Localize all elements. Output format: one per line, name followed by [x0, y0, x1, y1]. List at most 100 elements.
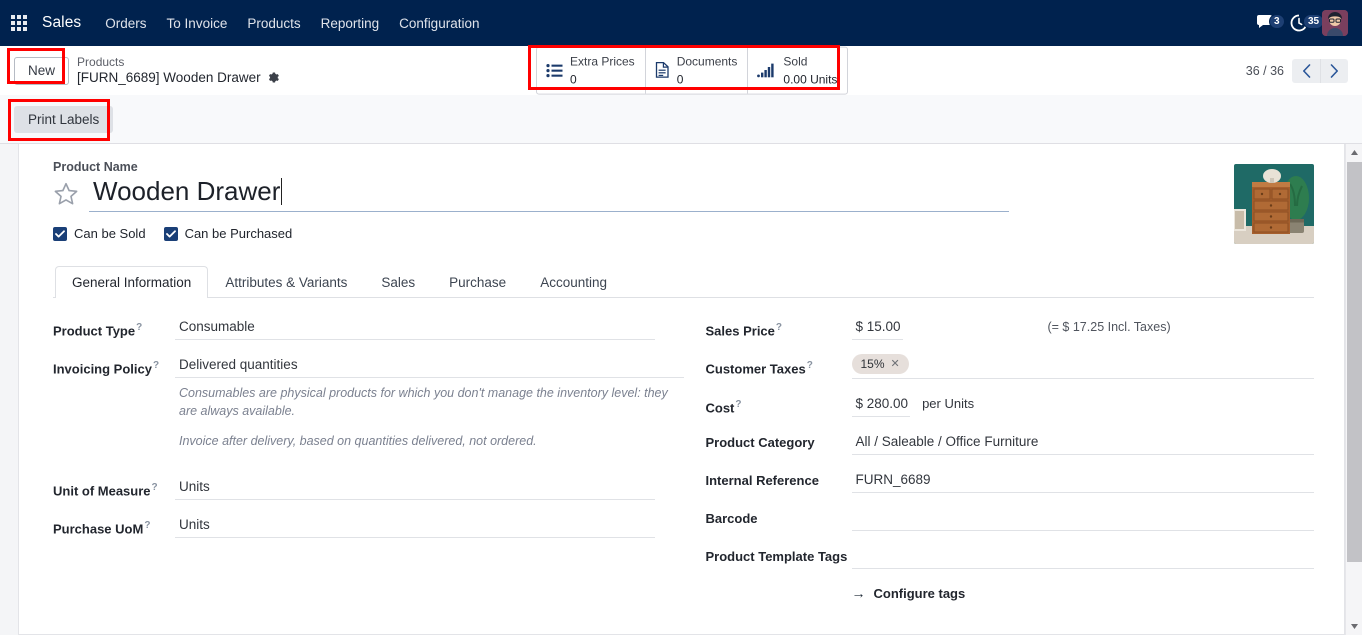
help-tooltip-icon[interactable]: ? [152, 482, 158, 493]
stat-button-sold[interactable]: Sold 0.00 Units [748, 47, 847, 94]
product-type-select[interactable]: Consumable [175, 316, 655, 340]
product-form-sheet: Product Name Wooden Drawer Can be Sold C… [18, 144, 1345, 635]
cost-input[interactable]: $ 280.00 [851, 393, 911, 417]
customer-taxes-field[interactable]: 15% ✕ [851, 354, 1314, 379]
sales-price-incl-taxes-note: (= $ 17.25 Incl. Taxes) [1047, 320, 1171, 334]
chevron-left-icon[interactable] [1292, 59, 1320, 83]
unit-of-measure-label-text: Unit of Measure [53, 483, 151, 499]
stat-value-extra-prices: 0 [570, 72, 577, 87]
help-tooltip-icon[interactable]: ? [153, 360, 159, 371]
nav-menu-products[interactable]: Products [237, 10, 310, 37]
product-name-label: Product Name [53, 160, 138, 174]
control-panel-action-row: Print Labels [0, 95, 1362, 143]
remove-tag-icon[interactable]: ✕ [891, 357, 900, 371]
document-icon [655, 62, 670, 79]
scroll-up-arrow[interactable] [1346, 144, 1362, 161]
field-row-customer-taxes: Customer Taxes? 15% ✕ [706, 354, 1314, 379]
product-name-value: Wooden Drawer [93, 176, 281, 206]
invoicing-policy-select[interactable]: Delivered quantities [175, 354, 684, 378]
product-name-input[interactable]: Wooden Drawer [89, 176, 1009, 212]
form-columns: Product Type? Consumable Invoicing Polic… [53, 298, 1314, 617]
tab-sales[interactable]: Sales [364, 266, 432, 298]
invoicing-policy-label-text: Invoicing Policy [53, 361, 152, 377]
purchase-uom-input[interactable]: Units [175, 514, 655, 538]
activities-button[interactable]: 35 [1290, 14, 1325, 32]
tab-purchase[interactable]: Purchase [432, 266, 523, 298]
nav-menu-orders[interactable]: Orders [95, 10, 156, 37]
nav-menu-reporting[interactable]: Reporting [311, 10, 390, 37]
scroll-down-arrow[interactable] [1346, 618, 1362, 635]
stat-label-sold: Sold [783, 54, 808, 69]
product-category-input[interactable]: All / Saleable / Office Furniture [851, 431, 1314, 455]
purchase-uom-label-text: Purchase UoM [53, 521, 144, 537]
unit-of-measure-input[interactable]: Units [175, 476, 655, 500]
nav-menu-configuration[interactable]: Configuration [389, 10, 489, 37]
new-button[interactable]: New [14, 56, 70, 85]
customer-taxes-label: Customer Taxes? [706, 354, 852, 377]
help-tooltip-icon[interactable]: ? [136, 322, 142, 333]
tab-accounting[interactable]: Accounting [523, 266, 624, 298]
help-tooltip-icon[interactable]: ? [735, 399, 741, 410]
form-column-left: Product Type? Consumable Invoicing Polic… [53, 316, 684, 617]
stat-button-documents[interactable]: Documents 0 [646, 47, 749, 94]
app-brand-sales[interactable]: Sales [42, 14, 81, 32]
tab-attributes-variants[interactable]: Attributes & Variants [208, 266, 364, 298]
product-type-label-text: Product Type [53, 323, 136, 339]
help-tooltip-icon[interactable]: ? [776, 322, 782, 333]
control-panel: New Products [FURN_6689] Wooden Drawer E… [0, 46, 1362, 144]
stat-button-extra-prices[interactable]: Extra Prices 0 [537, 47, 646, 94]
internal-reference-label: Internal Reference [705, 473, 819, 488]
invoicing-policy-hint: Invoice after delivery, based on quantit… [179, 434, 537, 448]
configure-tags-spacer [706, 583, 852, 587]
internal-reference-input[interactable]: FURN_6689 [851, 469, 1314, 493]
star-icon[interactable] [53, 182, 79, 207]
print-labels-button[interactable]: Print Labels [14, 105, 114, 133]
field-row-product-category: Product Category All / Saleable / Office… [706, 431, 1314, 455]
breadcrumb: Products [FURN_6689] Wooden Drawer [77, 55, 280, 86]
form-column-right: Sales Price? $ 15.00 (= $ 17.25 Incl. Ta… [684, 316, 1315, 617]
invoicing-policy-value-wrap: Delivered quantities Consumables are phy… [175, 354, 684, 462]
product-type-value-wrap: Consumable [175, 316, 684, 340]
tax-tag[interactable]: 15% ✕ [851, 354, 909, 374]
internal-reference-value-wrap: FURN_6689 [851, 469, 1314, 493]
field-row-configure-tags: → Configure tags [706, 583, 1315, 603]
scrollbar-thumb[interactable] [1347, 162, 1362, 562]
stat-label-documents: Documents [676, 54, 738, 69]
stat-text-extra-prices: Extra Prices 0 [570, 52, 635, 89]
stat-button-group: Extra Prices 0 Documents 0 Sold 0.00 Uni… [536, 46, 849, 95]
control-panel-top-row: New Products [FURN_6689] Wooden Drawer E… [0, 46, 1362, 95]
sales-price-value-wrap: $ 15.00 (= $ 17.25 Incl. Taxes) [851, 316, 1315, 340]
cost-value-wrap: $ 280.00 per Units [851, 393, 1315, 417]
apps-grid-icon[interactable] [6, 0, 32, 46]
tax-tag-label: 15% [860, 357, 885, 371]
product-image[interactable] [1234, 164, 1314, 244]
gear-icon[interactable] [267, 71, 280, 84]
purchase-uom-value-wrap: Units [175, 514, 684, 538]
field-row-cost: Cost? $ 280.00 per Units [706, 393, 1315, 417]
can-be-sold-checkbox[interactable]: Can be Sold [53, 226, 146, 241]
field-row-unit-of-measure: Unit of Measure? Units [53, 476, 684, 500]
configure-tags-link[interactable]: → Configure tags [852, 585, 966, 601]
field-row-purchase-uom: Purchase UoM? Units [53, 514, 684, 538]
stat-value-documents: 0 [676, 72, 684, 87]
avatar[interactable] [1322, 10, 1348, 36]
help-tooltip-icon[interactable]: ? [807, 360, 813, 371]
sales-price-label: Sales Price? [706, 316, 852, 339]
chevron-right-icon[interactable] [1320, 58, 1348, 83]
pager-buttons [1292, 58, 1348, 83]
tab-general-information[interactable]: General Information [55, 266, 209, 298]
pager-count: 36 / 36 [1245, 63, 1284, 78]
help-tooltip-icon[interactable]: ? [144, 520, 150, 531]
messages-button[interactable]: 3 [1256, 14, 1285, 32]
product-template-tags-input[interactable] [851, 545, 1314, 569]
unit-of-measure-value-wrap: Units [175, 476, 684, 500]
barcode-label: Barcode [705, 511, 758, 526]
sheet-wrapper: Product Name Wooden Drawer Can be Sold C… [0, 144, 1362, 635]
nav-menu-to-invoice[interactable]: To Invoice [157, 10, 238, 37]
breadcrumb-parent[interactable]: Products [77, 55, 280, 70]
product-type-hint: Consumables are physical products for wh… [179, 386, 668, 418]
sales-price-input[interactable]: $ 15.00 [851, 316, 903, 340]
can-be-purchased-checkbox[interactable]: Can be Purchased [163, 226, 292, 241]
barcode-input[interactable] [851, 507, 1314, 531]
vertical-scrollbar[interactable] [1345, 144, 1362, 635]
